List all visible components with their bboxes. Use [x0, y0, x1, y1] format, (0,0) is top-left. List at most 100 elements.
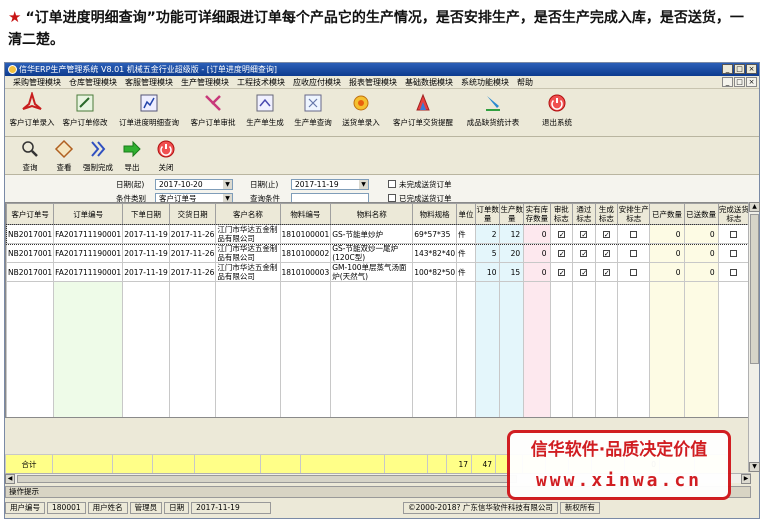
chevron-down-icon[interactable]: ▼ — [359, 180, 368, 189]
menu-item-system[interactable]: 系统功能模块 — [457, 76, 513, 89]
scroll-up-icon[interactable]: ▲ — [749, 202, 760, 212]
col-qty[interactable]: 订单数量 — [474, 203, 501, 225]
col-order-date[interactable]: 下单日期 — [122, 203, 170, 225]
order-approve-button[interactable]: 客户订单审批 — [187, 92, 239, 128]
table-row[interactable]: NB2017001 FA201711190001 2017-11-19 2017-11… — [6, 223, 750, 245]
col-stock[interactable]: 实有库存数量 — [523, 203, 551, 225]
maximize-button[interactable]: □ — [734, 64, 745, 74]
order-progress-button[interactable]: 订单进度明细查询 — [115, 92, 183, 128]
delivery-reminder-button[interactable]: 客户订单交货提醒 — [387, 92, 459, 128]
query-button[interactable]: 查询 — [15, 139, 45, 173]
flag-pass-checkbox[interactable]: ✓ — [572, 224, 596, 244]
table-row[interactable]: NB2017001 FA201711190001 2017-11-19 2017-11… — [6, 262, 750, 282]
flag-gen-checkbox[interactable]: ✓ — [594, 224, 619, 244]
menu-item-base-data[interactable]: 基础数据模块 — [401, 76, 457, 89]
flag-arrange-checkbox[interactable] — [617, 243, 651, 263]
close-window-button[interactable]: × — [746, 64, 757, 74]
col-pass[interactable]: 通过标志 — [572, 203, 596, 225]
col-customer[interactable]: 客户名称 — [215, 203, 281, 225]
checkbox-icon[interactable] — [730, 231, 738, 238]
flag-gen-checkbox[interactable]: ✓ — [594, 243, 619, 263]
flag-approve-checkbox[interactable]: ✓ — [549, 262, 574, 282]
menu-item-reports[interactable]: 报表管理模块 — [345, 76, 401, 89]
col-mat-name[interactable]: 物料名称 — [330, 203, 414, 225]
col-arrange[interactable]: 安排生产标志 — [617, 203, 651, 225]
menu-item-engineering[interactable]: 工程技术模块 — [233, 76, 289, 89]
production-query-button[interactable]: 生产单查询 — [291, 92, 335, 128]
checkbox-icon[interactable] — [730, 250, 738, 257]
checkbox-icon[interactable]: ✓ — [602, 250, 610, 258]
col-delivered[interactable]: 已送数量 — [683, 203, 719, 225]
flag-gen-checkbox[interactable]: ✓ — [594, 262, 619, 282]
date-from-input[interactable]: 2017-10-20 ▼ — [155, 179, 233, 190]
child-close-button[interactable]: × — [746, 77, 757, 87]
col-approve[interactable]: 审批标志 — [549, 203, 574, 225]
order-edit-button[interactable]: 客户订单修改 — [59, 92, 111, 128]
menu-bar: 采购管理模块 仓库管理模块 客服管理模块 生产管理模块 工程技术模块 应收应付模… — [5, 76, 759, 89]
delivery-entry-button[interactable]: 送货单录入 — [339, 92, 383, 128]
checkbox-icon[interactable]: ✓ — [580, 269, 588, 277]
checkbox-icon[interactable] — [630, 250, 638, 257]
checkbox-icon[interactable]: ✓ — [580, 231, 588, 239]
checkbox-icon[interactable]: ✓ — [557, 250, 565, 258]
export-button[interactable]: 导出 — [117, 139, 147, 173]
menu-item-purchase[interactable]: 采购管理模块 — [9, 76, 65, 89]
exit-system-button[interactable]: 退出系统 — [527, 92, 587, 128]
cell-order-no: FA201711190001 — [53, 243, 124, 263]
menu-item-production[interactable]: 生产管理模块 — [177, 76, 233, 89]
vertical-scroll-thumb[interactable] — [750, 214, 759, 364]
close-button[interactable]: 关闭 — [151, 139, 181, 173]
unfinished-delivery-checkbox[interactable] — [388, 180, 396, 188]
col-cust-no[interactable]: 客户订单号 — [6, 203, 55, 225]
flag-approve-checkbox[interactable]: ✓ — [549, 243, 574, 263]
scroll-right-icon[interactable]: ▶ — [741, 474, 751, 484]
col-done[interactable]: 完成送货标志 — [717, 203, 750, 225]
checkbox-icon[interactable]: ✓ — [602, 231, 610, 239]
menu-item-receivables[interactable]: 应收应付模块 — [289, 76, 345, 89]
production-generate-button[interactable]: 生产单生成 — [243, 92, 287, 128]
scroll-left-icon[interactable]: ◀ — [5, 474, 15, 484]
checkbox-icon[interactable]: ✓ — [602, 269, 610, 277]
flag-done-checkbox[interactable] — [717, 224, 750, 244]
col-mat-no[interactable]: 物料编号 — [279, 203, 332, 225]
intro-text: ★ “订单进度明细查询”功能可详细跟进订单每个产品它的生产情况，是否安排生产，是否… — [8, 6, 756, 51]
flag-pass-checkbox[interactable]: ✓ — [572, 262, 596, 282]
col-gen[interactable]: 生成标志 — [594, 203, 619, 225]
checkbox-icon[interactable] — [730, 269, 738, 276]
vertical-scrollbar[interactable]: ▲ ▼ — [748, 202, 760, 472]
child-minimize-button[interactable]: _ — [722, 77, 733, 87]
view-button[interactable]: 查看 — [49, 139, 79, 173]
menu-item-customer-service[interactable]: 客服管理模块 — [121, 76, 177, 89]
child-restore-button[interactable]: □ — [734, 77, 745, 87]
checkbox-icon[interactable] — [630, 269, 638, 276]
table-row[interactable]: NB2017001 FA201711190001 2017-11-19 2017-11… — [6, 243, 750, 263]
flag-arrange-checkbox[interactable] — [617, 224, 651, 244]
scroll-down-icon[interactable]: ▼ — [749, 462, 760, 472]
flag-arrange-checkbox[interactable] — [617, 262, 651, 282]
finished-delivery-checkbox[interactable] — [388, 194, 396, 202]
shortage-stats-button[interactable]: 成品缺货统计表 — [463, 92, 523, 128]
menu-item-warehouse[interactable]: 仓库管理模块 — [65, 76, 121, 89]
col-unit[interactable]: 单位 — [456, 203, 476, 225]
checkbox-icon[interactable] — [630, 231, 638, 238]
col-order-no[interactable]: 订单编号 — [53, 203, 124, 225]
col-produced[interactable]: 已产数量 — [649, 203, 685, 225]
horizontal-scroll-thumb[interactable] — [17, 475, 517, 483]
checkbox-icon[interactable]: ✓ — [557, 269, 565, 277]
col-prod-qty[interactable]: 生产数量 — [499, 203, 525, 225]
checkbox-icon[interactable]: ✓ — [580, 250, 588, 258]
order-entry-button[interactable]: 客户订单录入 — [9, 92, 55, 128]
chevron-down-icon[interactable]: ▼ — [223, 180, 232, 189]
flag-done-checkbox[interactable] — [717, 262, 750, 282]
flag-done-checkbox[interactable] — [717, 243, 750, 263]
cell-mat-no: 1810100001 — [279, 224, 332, 244]
col-spec[interactable]: 物料规格 — [412, 203, 458, 225]
force-complete-button[interactable]: 强制完成 — [83, 139, 113, 173]
flag-pass-checkbox[interactable]: ✓ — [572, 243, 596, 263]
minimize-button[interactable]: _ — [722, 64, 733, 74]
menu-item-help[interactable]: 帮助 — [513, 76, 537, 89]
col-due-date[interactable]: 交货日期 — [168, 203, 217, 225]
flag-approve-checkbox[interactable]: ✓ — [549, 224, 574, 244]
date-to-input[interactable]: 2017-11-19 ▼ — [291, 179, 369, 190]
checkbox-icon[interactable]: ✓ — [557, 231, 565, 239]
